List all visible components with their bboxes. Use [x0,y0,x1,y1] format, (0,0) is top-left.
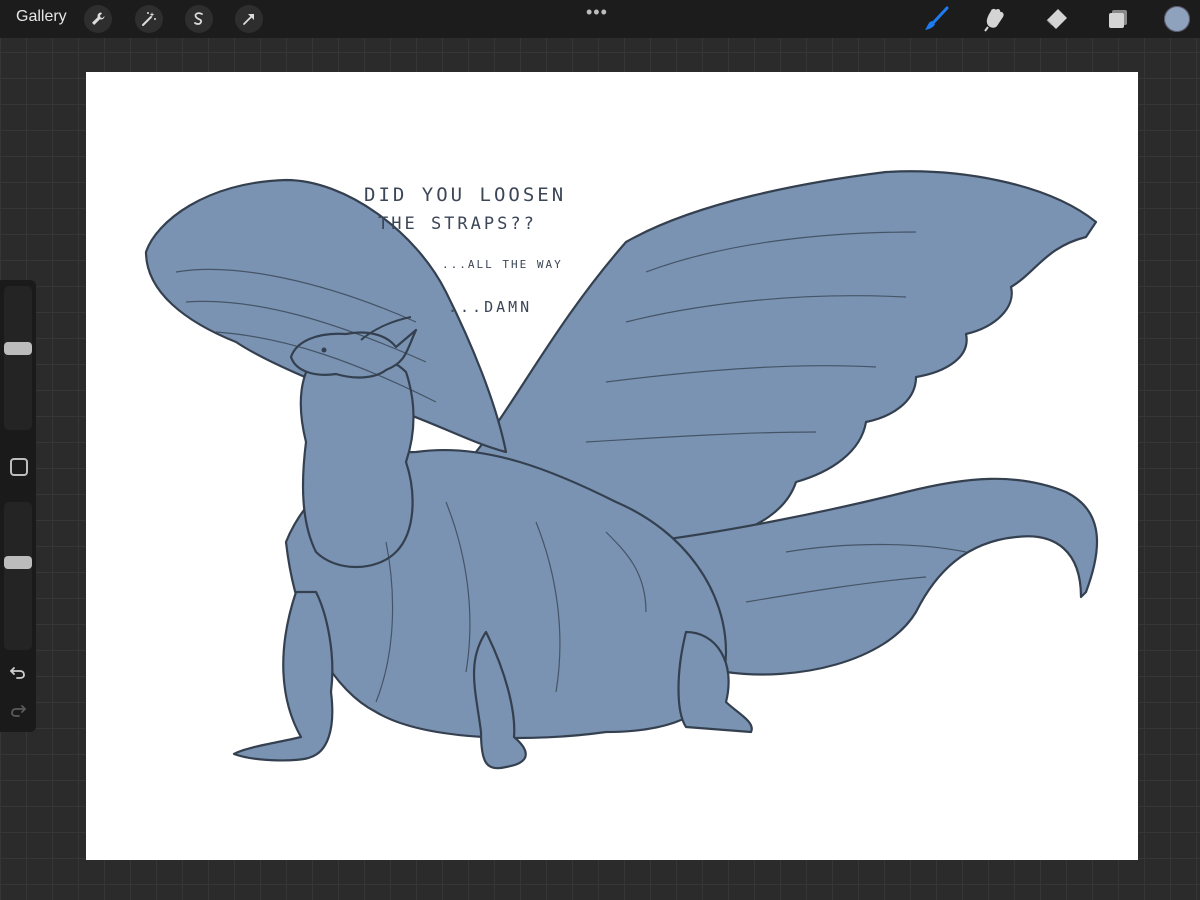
opacity-slider-thumb[interactable] [4,556,32,569]
adjustments-button[interactable] [135,5,163,33]
note-line-4: ...DAMN [448,298,533,316]
brush-tool-button[interactable] [922,5,950,33]
selection-button[interactable] [185,5,213,33]
undo-button[interactable] [6,660,30,684]
opacity-slider[interactable] [4,502,32,650]
undo-icon [10,667,25,679]
actions-button[interactable] [84,5,112,33]
smudge-icon [984,8,1004,32]
gallery-button[interactable]: Gallery [16,8,67,26]
drawing-canvas[interactable]: DID YOU LOOSEN THE STRAPS?? ...ALL THE W… [86,72,1138,860]
left-sidebar [0,280,36,732]
note-line-3: ...ALL THE WAY [442,258,563,271]
top-toolbar: Gallery ••• [0,0,1200,38]
layers-button[interactable] [1104,5,1132,33]
eyedropper-modify-button[interactable] [10,458,28,476]
redo-button[interactable] [6,698,30,722]
note-line-1: DID YOU LOOSEN [364,184,567,206]
eraser-icon [1046,9,1067,29]
brush-icon [925,6,949,30]
transform-button[interactable] [235,5,263,33]
note-line-2: THE STRAPS?? [378,214,537,234]
dragon-illustration [144,170,1099,770]
selection-icon [194,12,203,25]
magic-wand-icon [142,12,156,26]
brush-size-slider-thumb[interactable] [4,342,32,355]
procreate-app: Gallery ••• DID YOU LOOSEN THE STRAPS?? … [0,0,1200,900]
redo-icon [11,705,26,717]
wrench-icon [92,12,105,25]
more-options-button[interactable]: ••• [586,2,608,23]
color-picker-button[interactable] [1164,6,1190,32]
layers-icon [1109,10,1127,28]
eraser-tool-button[interactable] [1042,5,1070,33]
smudge-tool-button[interactable] [982,5,1010,33]
brush-size-slider[interactable] [4,286,32,430]
transform-arrow-icon [243,14,254,25]
